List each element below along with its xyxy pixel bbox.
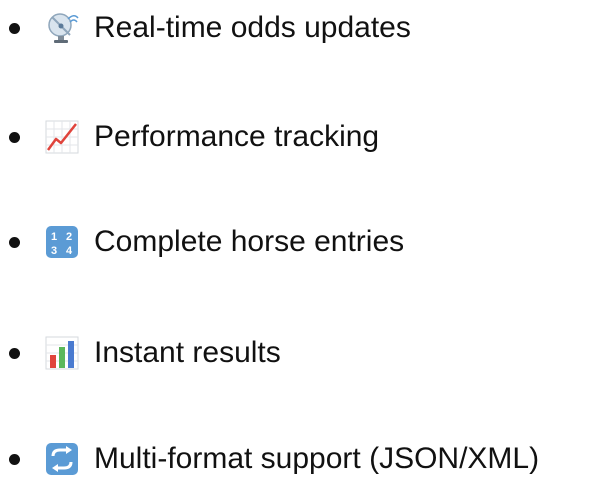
input-numbers-icon: 1 2 3 4: [42, 222, 82, 262]
svg-text:3: 3: [51, 245, 57, 257]
bullet: [9, 22, 20, 34]
feature-item-multi-format: Multi-format support (JSON/XML): [0, 431, 599, 487]
feature-list: Real-time odds updates Performance track…: [0, 0, 599, 476]
feature-item-performance-tracking: Performance tracking: [0, 109, 599, 165]
bar-chart-icon: [42, 333, 82, 373]
feature-item-realtime-odds: Real-time odds updates: [0, 0, 599, 56]
svg-text:2: 2: [66, 231, 72, 243]
bullet: [9, 131, 20, 143]
feature-label: Performance tracking: [94, 120, 380, 153]
counterclockwise-arrows-icon: [42, 439, 82, 479]
svg-text:1: 1: [51, 231, 57, 243]
feature-item-horse-entries: 1 2 3 4 Complete horse entries: [0, 214, 599, 270]
feature-label: Real-time odds updates: [94, 11, 411, 44]
bullet: [9, 236, 20, 248]
svg-text:4: 4: [66, 245, 73, 257]
chart-increasing-icon: [42, 117, 82, 157]
bullet: [9, 347, 20, 359]
feature-label: Complete horse entries: [94, 225, 405, 258]
feature-label: Instant results: [94, 336, 281, 369]
feature-item-instant-results: Instant results: [0, 325, 599, 381]
feature-label: Multi-format support (JSON/XML): [94, 442, 540, 475]
satellite-antenna-icon: [42, 8, 82, 48]
bullet: [9, 453, 20, 465]
